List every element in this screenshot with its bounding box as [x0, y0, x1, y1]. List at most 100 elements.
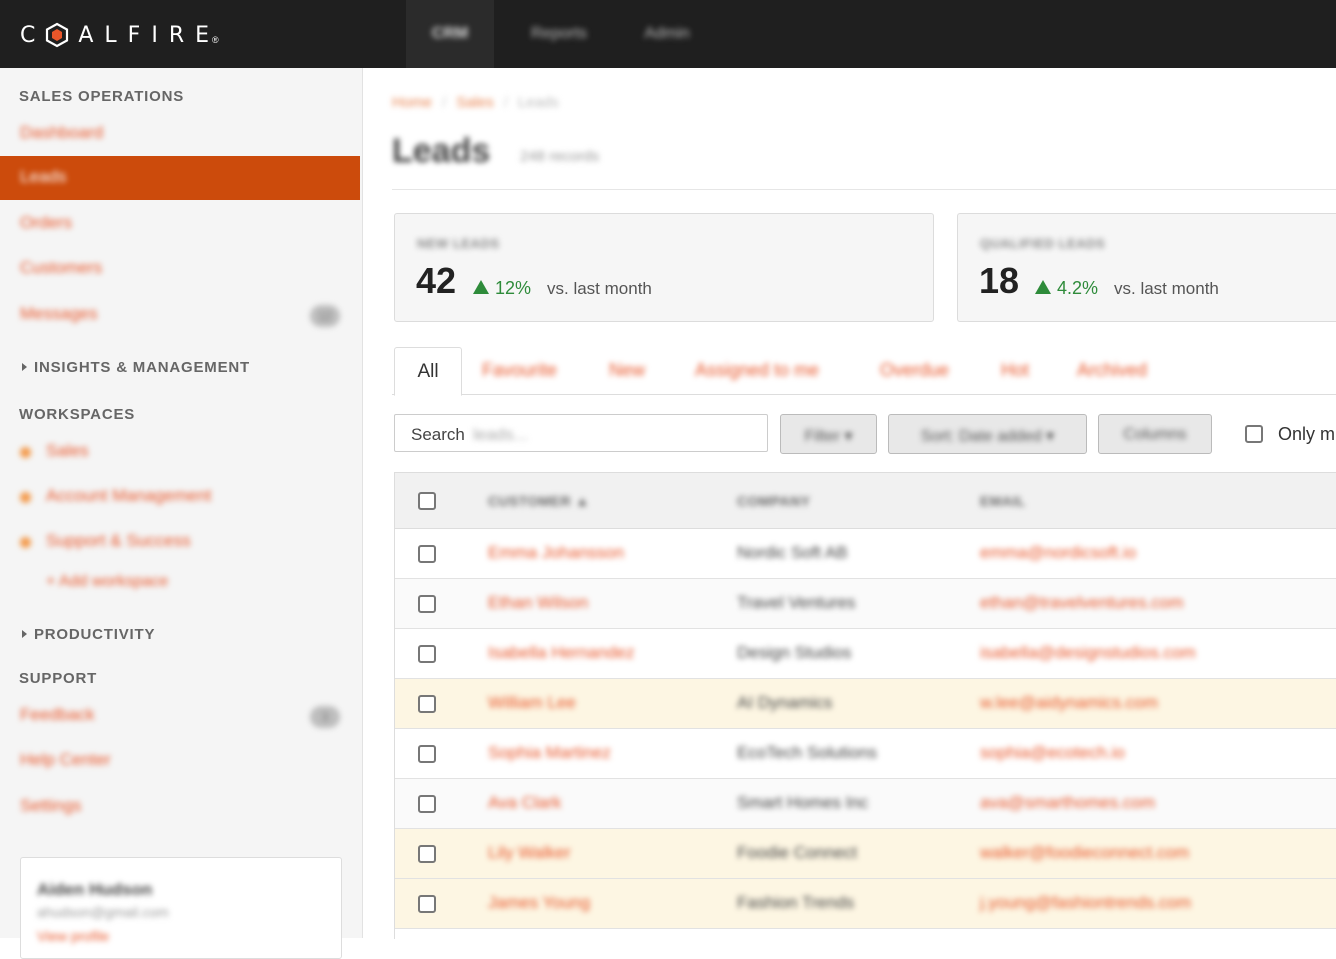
workspace-label: Account Management [46, 486, 212, 505]
workspace-item-support[interactable]: Support & Success [0, 520, 360, 564]
row-checkbox[interactable] [418, 795, 436, 813]
breadcrumb-item[interactable]: Home [392, 94, 432, 111]
count-badge-text: 3 [321, 710, 329, 724]
table-row[interactable]: Emma Johansson Nordic Soft AB emma@nordi… [395, 529, 1336, 579]
row-checkbox[interactable] [418, 745, 436, 763]
header-divider [392, 189, 1336, 190]
breadcrumb-item[interactable]: Sales [456, 94, 494, 111]
search-label: Search [411, 425, 465, 444]
sidebar-item-feedback[interactable]: Feedback 3 [0, 694, 360, 738]
tab-overdue[interactable]: Overdue [880, 360, 949, 381]
customer-name-link[interactable]: Lily Walker [488, 843, 571, 863]
customer-name-link[interactable]: Ethan Wilson [488, 593, 588, 613]
stat-label: NEW LEADS [417, 236, 500, 251]
column-header-email[interactable]: EMAIL [980, 493, 1026, 509]
email-link[interactable]: sophia@ecotech.io [980, 743, 1125, 763]
row-checkbox[interactable] [418, 545, 436, 563]
customer-name-link[interactable]: Sophia Martinez [488, 743, 611, 763]
sidebar-item-orders[interactable]: Orders [0, 202, 360, 246]
search-placeholder: leads... [473, 425, 528, 444]
customer-name-link[interactable]: William Lee [488, 693, 576, 713]
breadcrumb-current: Leads [517, 94, 559, 111]
nav-tab-reports[interactable]: Reports [519, 0, 599, 68]
company-name: Foodie Connect [737, 843, 858, 862]
email-link[interactable]: emma@nordicsoft.io [980, 543, 1136, 563]
customer-name-link[interactable]: Isabella Hernandez [488, 643, 634, 663]
sidebar-item-dashboard[interactable]: Dashboard [0, 112, 360, 156]
section-heading-workspaces: WORKSPACES [19, 406, 136, 423]
search-input[interactable]: Search leads... [394, 414, 768, 452]
table-row[interactable]: William Lee AI Dynamics w.lee@aidynamics… [395, 679, 1336, 729]
table-row[interactable]: Isabella Hernandez Design Studios isabel… [395, 629, 1336, 679]
only-mine-checkbox[interactable] [1245, 425, 1263, 443]
count-badge: 3 [310, 706, 340, 728]
column-header-customer[interactable]: CUSTOMER ▲ [488, 493, 590, 509]
customer-name-link[interactable]: James Young [488, 893, 590, 913]
stat-compare: vs. last month [1114, 279, 1219, 298]
email-link[interactable]: walker@foodieconnect.com [980, 843, 1189, 863]
workspace-dot-icon [20, 492, 31, 503]
nav-tab-crm[interactable]: CRM [406, 0, 494, 68]
sidebar-item-customers[interactable]: Customers [0, 247, 360, 291]
email-link[interactable]: j.young@fashiontrends.com [980, 893, 1191, 913]
email-link[interactable]: isabella@designstudios.com [980, 643, 1196, 663]
sidebar-item-label: Leads [20, 167, 67, 186]
row-checkbox[interactable] [418, 895, 436, 913]
sidebar-item-leads[interactable]: Leads [0, 156, 360, 200]
email-link[interactable]: ava@smarthomes.com [980, 793, 1155, 813]
breadcrumb-separator: / [442, 94, 447, 111]
tab-all[interactable]: All [394, 347, 462, 396]
section-toggle-insights[interactable]: INSIGHTS & MANAGEMENT [22, 359, 250, 376]
section-heading-productivity: PRODUCTIVITY [34, 626, 156, 643]
only-mine-label: Only m [1278, 424, 1336, 444]
sort-button-label: Sort: Date added ▾ [920, 428, 1055, 445]
column-header-company[interactable]: COMPANY [737, 493, 810, 509]
brand-logo[interactable]: C ALFIRE ® [20, 20, 219, 50]
nav-tab-label: Reports [530, 25, 588, 42]
company-name: AI Dynamics [737, 693, 833, 712]
tab-favourite[interactable]: Favourite [482, 360, 557, 381]
table-row[interactable]: James Young Fashion Trends j.young@fashi… [395, 879, 1336, 929]
filter-button-label: Filter ▾ [804, 428, 853, 445]
user-profile-link[interactable]: View profile [37, 928, 109, 944]
row-checkbox[interactable] [418, 595, 436, 613]
sidebar-item-settings[interactable]: Settings [0, 785, 360, 829]
row-checkbox[interactable] [418, 645, 436, 663]
email-link[interactable]: w.lee@aidynamics.com [980, 693, 1158, 713]
filter-button[interactable]: Filter ▾ [780, 414, 877, 454]
stat-card-qualified-leads: QUALIFIED LEADS 18 4.2% vs. last month [957, 213, 1336, 322]
sort-button[interactable]: Sort: Date added ▾ [888, 414, 1087, 454]
nav-tab-admin[interactable]: Admin [634, 0, 700, 68]
select-all-checkbox[interactable] [418, 492, 436, 510]
row-checkbox[interactable] [418, 695, 436, 713]
table-row[interactable]: Ethan Wilson Travel Ventures ethan@trave… [395, 579, 1336, 629]
customer-name-link[interactable]: Ava Clark [488, 793, 561, 813]
stat-value: 18 [979, 260, 1020, 301]
table-row[interactable]: Ava Clark Smart Homes Inc ava@smarthomes… [395, 779, 1336, 829]
row-checkbox[interactable] [418, 845, 436, 863]
workspace-item-account-management[interactable]: Account Management [0, 475, 360, 519]
stat-compare: vs. last month [547, 279, 652, 298]
add-workspace-link[interactable]: + Add workspace [0, 562, 360, 606]
nav-tab-label: CRM [431, 25, 469, 42]
sidebar-item-label: Help Center [20, 750, 111, 769]
tab-assigned-to-me[interactable]: Assigned to me [695, 360, 819, 381]
section-toggle-productivity[interactable]: PRODUCTIVITY [22, 626, 155, 643]
workspace-dot-icon [20, 447, 31, 458]
tab-hot[interactable]: Hot [1001, 360, 1029, 381]
sidebar-item-label: Dashboard [20, 123, 104, 142]
workspace-item-sales[interactable]: Sales [0, 430, 360, 474]
hexagon-logo-icon [46, 22, 69, 48]
columns-button[interactable]: Columns [1098, 414, 1212, 454]
tab-archived[interactable]: Archived [1077, 360, 1147, 381]
table-row[interactable]: Lily Walker Foodie Connect walker@foodie… [395, 829, 1336, 879]
count-badge: 12 [310, 305, 340, 327]
tab-new[interactable]: New [609, 360, 645, 381]
breadcrumb: Home / Sales / Leads [392, 94, 559, 111]
customer-name-link[interactable]: Emma Johansson [488, 543, 624, 563]
table-row[interactable]: Sophia Martinez EcoTech Solutions sophia… [395, 729, 1336, 779]
email-link[interactable]: ethan@travelventures.com [980, 593, 1183, 613]
sidebar-item-messages[interactable]: Messages 12 [0, 293, 360, 337]
sidebar-item-help-center[interactable]: Help Center [0, 739, 360, 783]
user-card[interactable]: Aiden Hudson ahudson@gmail.com View prof… [20, 857, 342, 959]
